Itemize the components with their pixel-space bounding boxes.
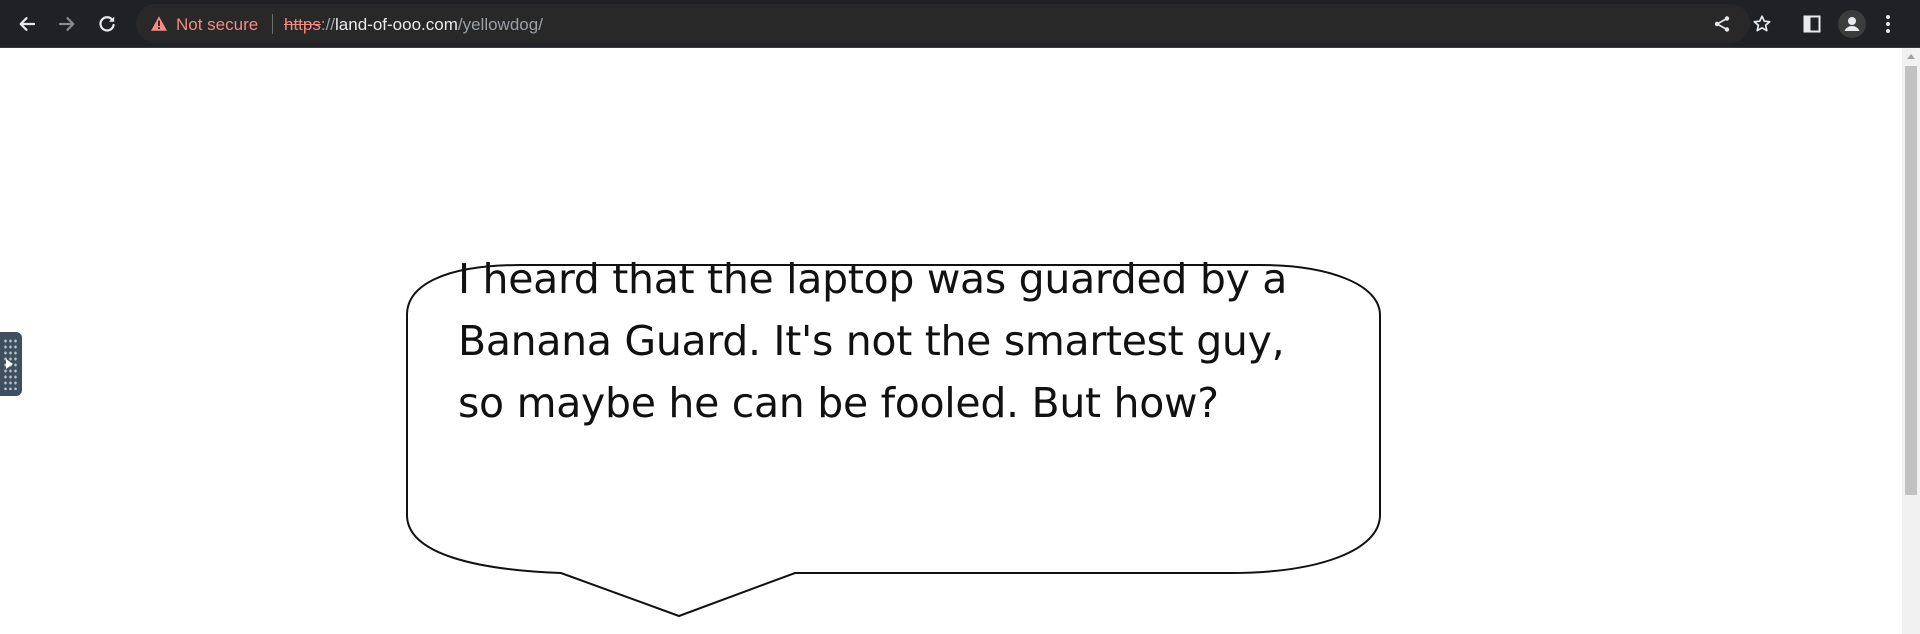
vertical-scrollbar[interactable] xyxy=(1902,48,1920,634)
scrollbar-thumb[interactable] xyxy=(1905,66,1917,495)
expand-arrow-icon xyxy=(6,359,13,369)
speech-bubble-text: I heard that the laptop was guarded by a… xyxy=(458,255,1288,427)
scroll-up-arrow-icon[interactable] xyxy=(1907,54,1915,59)
side-drawer-handle[interactable] xyxy=(0,332,22,396)
